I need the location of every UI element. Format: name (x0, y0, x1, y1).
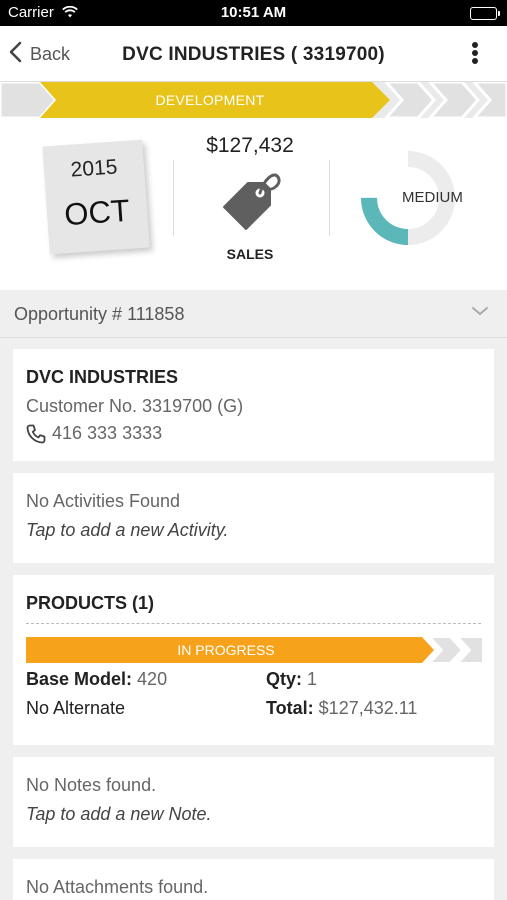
qty-value: 1 (307, 669, 318, 689)
opportunity-number-row[interactable]: Opportunity # 111858 (0, 290, 507, 338)
notes-card[interactable]: No Notes found. Tap to add a new Note. (13, 757, 494, 847)
close-month: OCT (63, 192, 131, 233)
customer-phone: 416 333 3333 (52, 423, 163, 443)
status-bar: Carrier 10:51 AM (0, 0, 507, 26)
stage-progress-bar: DEVELOPMENT (0, 82, 507, 118)
qty-row: Qty: 1 (266, 669, 317, 690)
add-activity-link[interactable]: Tap to add a new Activity. (26, 520, 228, 541)
battery-icon (470, 7, 500, 20)
qty-label: Qty: (266, 669, 302, 689)
close-year: 2015 (69, 155, 119, 182)
product-stage-label: IN PROGRESS (177, 642, 275, 658)
phone-icon (26, 424, 46, 443)
product-stage-bar: IN PROGRESS (26, 636, 484, 664)
phone-link[interactable]: 416 333 3333 (26, 423, 162, 444)
divider (173, 160, 174, 236)
stage-label: DEVELOPMENT (155, 92, 265, 108)
alternate-label: No Alternate (26, 698, 126, 718)
base-model-row: Base Model: 420 (26, 669, 167, 690)
sales-amount: $127,432 (206, 134, 294, 157)
chevron-down-icon (471, 304, 489, 322)
attachments-empty-text: No Attachments found. (26, 877, 209, 897)
total-value: $127,432.11 (318, 698, 418, 718)
notes-empty-text: No Notes found. (26, 775, 157, 795)
probability-label: MEDIUM (402, 189, 463, 206)
opportunity-summary: 2015 OCT $127,432 SALES MEDIUM (0, 118, 507, 290)
total-label: Total: (266, 698, 314, 718)
price-tag-icon (218, 167, 284, 238)
back-button[interactable]: Back (8, 40, 70, 68)
divider (26, 623, 481, 624)
opportunity-number: Opportunity # 111858 (14, 304, 185, 324)
navigation-bar: Back DVC INDUSTRIES ( 3319700) (0, 26, 507, 82)
activities-card[interactable]: No Activities Found Tap to add a new Act… (13, 473, 494, 563)
products-card[interactable]: PRODUCTS (1) IN PROGRESS Base Model: 420… (13, 575, 494, 745)
back-label: Back (30, 43, 71, 64)
clock: 10:51 AM (220, 4, 287, 21)
products-title: PRODUCTS (1) (26, 593, 155, 613)
base-model-label: Base Model: (26, 669, 133, 689)
page-title: DVC INDUSTRIES ( 3319700) (122, 44, 385, 65)
customer-name: DVC INDUSTRIES (26, 367, 179, 387)
close-date-calendar[interactable]: 2015 OCT (42, 139, 150, 255)
base-model-value: 420 (137, 669, 168, 689)
customer-number: Customer No. 3319700 (G) (26, 396, 244, 416)
total-row: Total: $127,432.11 (266, 698, 417, 719)
divider (329, 160, 330, 236)
customer-card[interactable]: DVC INDUSTRIES Customer No. 3319700 (G) … (13, 349, 494, 461)
alternate-row: No Alternate (26, 698, 125, 719)
add-note-link[interactable]: Tap to add a new Note. (26, 804, 211, 825)
chevron-left-icon (8, 41, 22, 67)
more-options-icon[interactable] (465, 40, 485, 70)
sales-label: SALES (226, 246, 274, 262)
attachments-card[interactable]: No Attachments found. (13, 859, 494, 900)
activities-empty-text: No Activities Found (26, 491, 181, 511)
